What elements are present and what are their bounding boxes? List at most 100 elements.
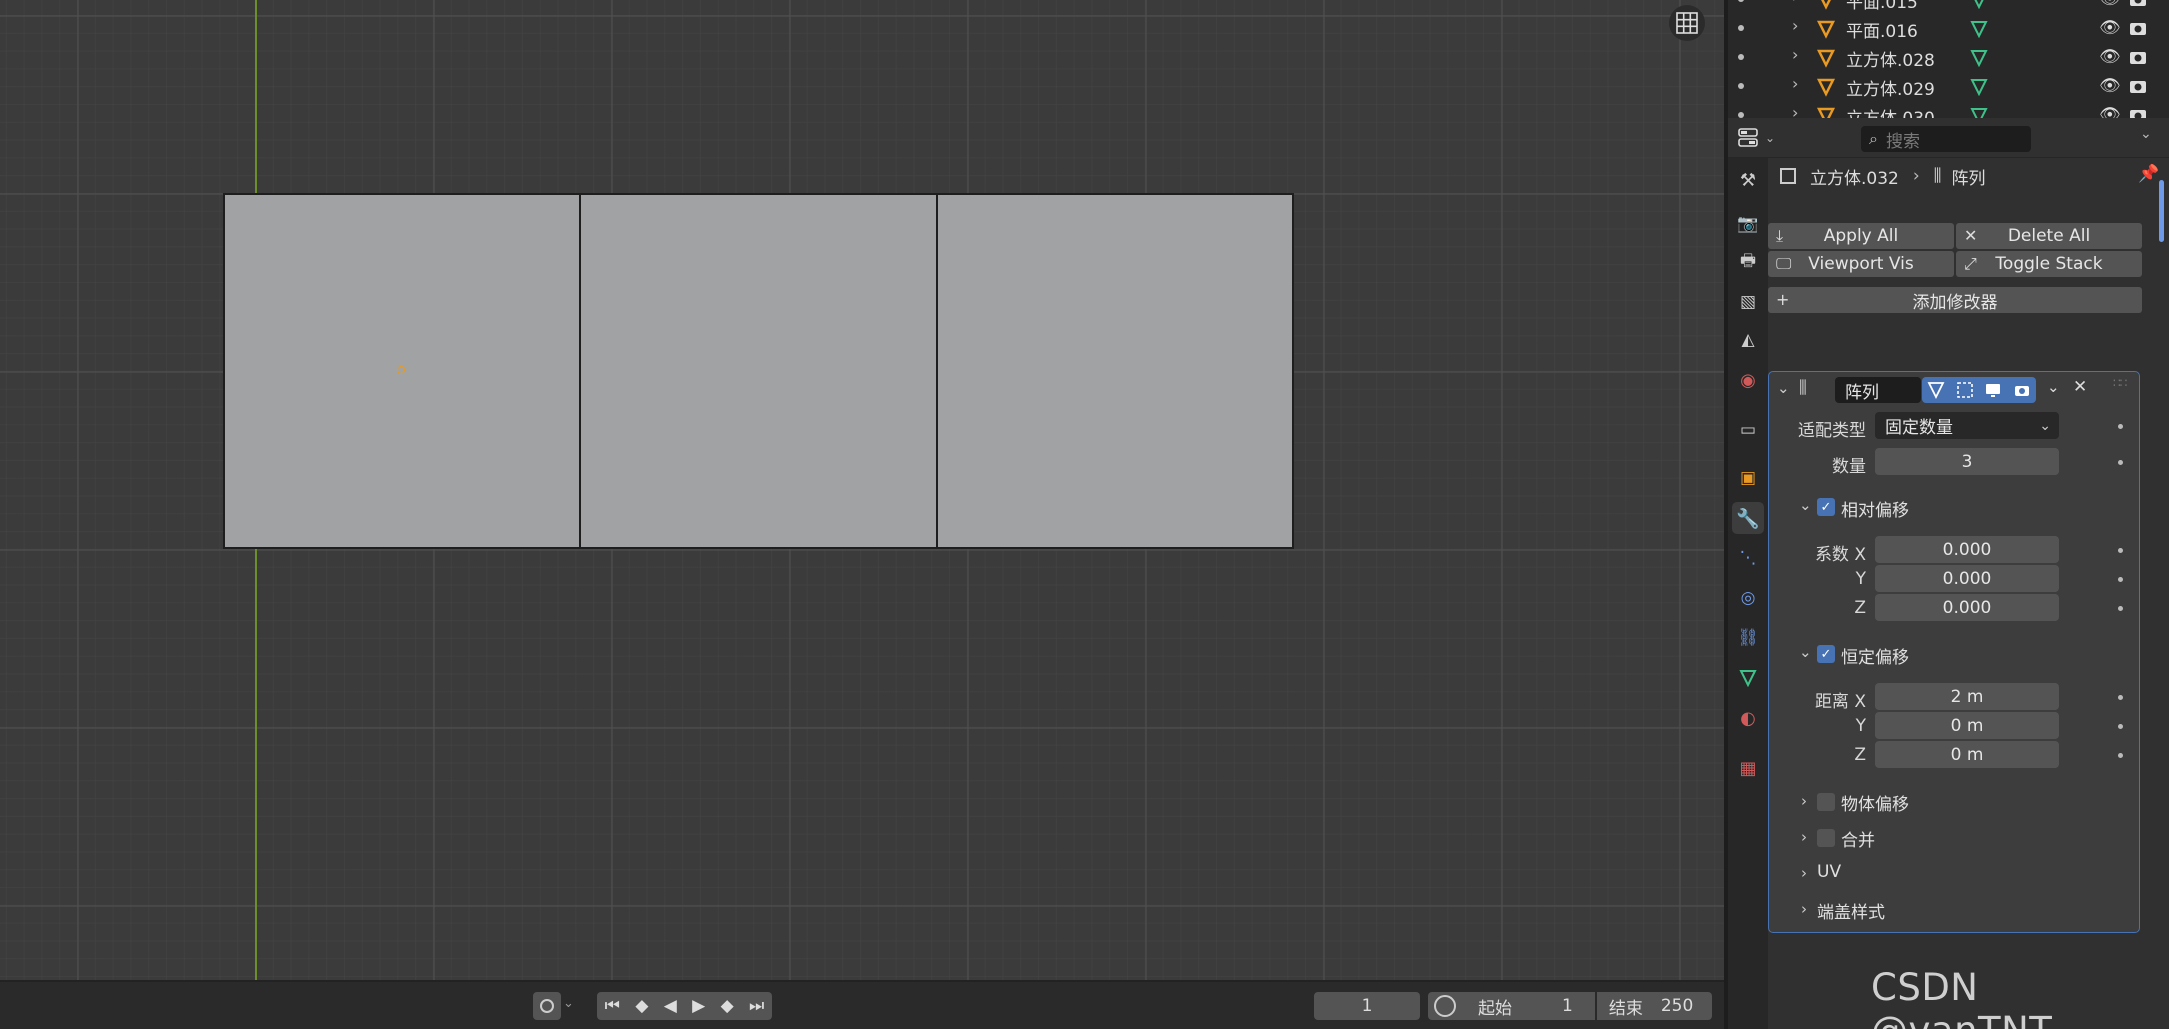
- editor-type-button[interactable]: ⌄: [1738, 126, 1778, 150]
- relative-offset-checkbox[interactable]: ✓: [1817, 498, 1835, 516]
- array-cube-2[interactable]: [579, 193, 938, 549]
- properties-scrollbar[interactable]: [2159, 180, 2164, 242]
- outliner-row[interactable]: › 立方体.029 👁: [1728, 72, 2169, 101]
- tab-particles[interactable]: ⋱: [1732, 542, 1764, 574]
- count-field[interactable]: 3: [1875, 448, 2059, 475]
- tab-object[interactable]: ▣: [1732, 462, 1764, 494]
- outliner-row[interactable]: › 平面.016 👁: [1728, 14, 2169, 43]
- tab-render[interactable]: 📷: [1732, 208, 1764, 240]
- tab-collection[interactable]: ▭: [1732, 414, 1764, 446]
- start-frame-value[interactable]: 1: [1562, 996, 1573, 1016]
- camera-icon[interactable]: [2128, 105, 2148, 118]
- outliner-row[interactable]: › 立方体.028 👁: [1728, 43, 2169, 72]
- mesh-data-icon[interactable]: [1968, 47, 1990, 69]
- camera-icon[interactable]: [2128, 76, 2148, 96]
- chevron-down-icon[interactable]: ⌄: [2140, 126, 2152, 142]
- eye-icon[interactable]: 👁: [2099, 0, 2121, 9]
- eye-icon[interactable]: 👁: [2099, 18, 2121, 38]
- object-offset-checkbox[interactable]: [1817, 793, 1835, 811]
- expand-chevron-icon[interactable]: ›: [1792, 74, 1798, 93]
- keyframe-dot[interactable]: [2118, 460, 2123, 465]
- eye-icon[interactable]: 👁: [2099, 76, 2121, 96]
- tab-physics[interactable]: ◎: [1732, 582, 1764, 614]
- tab-scene[interactable]: ◭: [1732, 324, 1764, 356]
- view-grid-button[interactable]: [1669, 5, 1705, 41]
- keyframe-dot[interactable]: [2118, 724, 2123, 729]
- tab-texture[interactable]: ▦: [1732, 752, 1764, 784]
- constant-offset-checkbox[interactable]: ✓: [1817, 645, 1835, 663]
- mesh-data-icon[interactable]: [1968, 76, 1990, 98]
- jump-to-keyframe-next-icon[interactable]: ◆: [721, 996, 734, 1016]
- eye-icon[interactable]: 👁: [2099, 105, 2121, 118]
- expand-chevron-icon[interactable]: ›: [1792, 16, 1798, 35]
- realtime-monitor-icon[interactable]: [1984, 381, 2002, 399]
- constant-x-field[interactable]: 2 m: [1875, 683, 2059, 710]
- camera-icon[interactable]: [2128, 18, 2148, 38]
- tab-tool[interactable]: ⚒: [1732, 164, 1764, 196]
- 3d-viewport[interactable]: [0, 0, 1724, 980]
- expand-chevron-icon[interactable]: ›: [1801, 828, 1807, 846]
- keyframe-dot[interactable]: [2118, 753, 2123, 758]
- outliner-row[interactable]: › 平面.015 👁: [1728, 0, 2169, 14]
- fit-type-dropdown[interactable]: 固定数量 ⌄: [1875, 412, 2059, 439]
- jump-to-end-icon[interactable]: ⏭: [749, 996, 764, 1016]
- eye-icon[interactable]: 👁: [2099, 47, 2121, 67]
- tab-material[interactable]: ◐: [1732, 702, 1764, 734]
- jump-to-start-icon[interactable]: ⏮: [605, 996, 620, 1016]
- close-icon[interactable]: ✕: [2073, 377, 2087, 397]
- play-reverse-icon[interactable]: ◀: [664, 996, 677, 1016]
- uv-title[interactable]: UV: [1817, 862, 1841, 882]
- apply-all-button[interactable]: ⤓ Apply All: [1768, 223, 1954, 249]
- keyframe-dot[interactable]: [2118, 577, 2123, 582]
- jump-to-keyframe-prev-icon[interactable]: ◆: [635, 996, 648, 1016]
- modifier-name-field[interactable]: 阵列: [1835, 377, 1921, 403]
- relative-z-field[interactable]: 0.000: [1875, 594, 2059, 621]
- expand-chevron-icon[interactable]: ›: [1792, 103, 1798, 118]
- caps-title[interactable]: 端盖样式: [1817, 898, 1885, 923]
- mesh-data-icon[interactable]: [1968, 0, 1990, 11]
- delete-all-button[interactable]: ✕ Delete All: [1956, 223, 2142, 249]
- keying-record-button[interactable]: [533, 992, 561, 1020]
- relative-x-field[interactable]: 0.000: [1875, 536, 2059, 563]
- keyframe-dot[interactable]: [2118, 695, 2123, 700]
- expand-chevron-icon[interactable]: ›: [1792, 45, 1798, 64]
- render-camera-icon[interactable]: [2013, 381, 2031, 399]
- array-cube-3[interactable]: [936, 193, 1294, 549]
- toggle-stack-button[interactable]: ⤢ Toggle Stack: [1956, 251, 2142, 277]
- merge-title[interactable]: 合并: [1841, 826, 1875, 851]
- constant-z-field[interactable]: 0 m: [1875, 741, 2059, 768]
- stopwatch-icon[interactable]: [1434, 995, 1456, 1017]
- search-field[interactable]: ⌕ 搜索: [1861, 126, 2031, 152]
- keyframe-dot[interactable]: [2118, 606, 2123, 611]
- outliner-row[interactable]: › 立方体.030 👁: [1728, 101, 2169, 118]
- expand-chevron-icon[interactable]: ›: [1792, 0, 1798, 6]
- expand-chevron-icon[interactable]: ›: [1801, 792, 1807, 810]
- tab-constraints[interactable]: ⛓: [1732, 622, 1764, 654]
- collapse-chevron-icon[interactable]: ⌄: [1799, 496, 1812, 514]
- collapse-chevron-icon[interactable]: ⌄: [1777, 379, 1790, 397]
- chevron-down-icon[interactable]: ⌄: [563, 996, 574, 1011]
- constant-y-field[interactable]: 0 m: [1875, 712, 2059, 739]
- tab-modifiers[interactable]: 🔧: [1732, 502, 1764, 534]
- camera-icon[interactable]: [2128, 0, 2148, 9]
- end-frame-value[interactable]: 250: [1661, 996, 1693, 1016]
- camera-icon[interactable]: [2128, 47, 2148, 67]
- edit-mode-icon[interactable]: [1956, 381, 1974, 399]
- current-frame-field[interactable]: 1: [1314, 992, 1420, 1020]
- chevron-down-icon[interactable]: ⌄: [2047, 378, 2060, 396]
- relative-y-field[interactable]: 0.000: [1875, 565, 2059, 592]
- keyframe-dot[interactable]: [2118, 424, 2123, 429]
- pin-icon[interactable]: 📌: [2138, 164, 2159, 184]
- tab-view-layer[interactable]: ▧: [1732, 286, 1764, 318]
- keyframe-dot[interactable]: [2118, 548, 2123, 553]
- merge-checkbox[interactable]: [1817, 829, 1835, 847]
- collapse-chevron-icon[interactable]: ⌄: [1799, 643, 1812, 661]
- expand-chevron-icon[interactable]: ›: [1801, 864, 1807, 882]
- mesh-data-icon[interactable]: [1968, 105, 1990, 118]
- mesh-data-icon[interactable]: [1968, 18, 1990, 40]
- viewport-vis-button[interactable]: 🖵 Viewport Vis: [1768, 251, 1954, 277]
- tab-data[interactable]: [1732, 662, 1764, 694]
- expand-chevron-icon[interactable]: ›: [1801, 900, 1807, 918]
- edit-mode-cage-icon[interactable]: [1927, 381, 1945, 399]
- tab-world[interactable]: ◉: [1732, 364, 1764, 396]
